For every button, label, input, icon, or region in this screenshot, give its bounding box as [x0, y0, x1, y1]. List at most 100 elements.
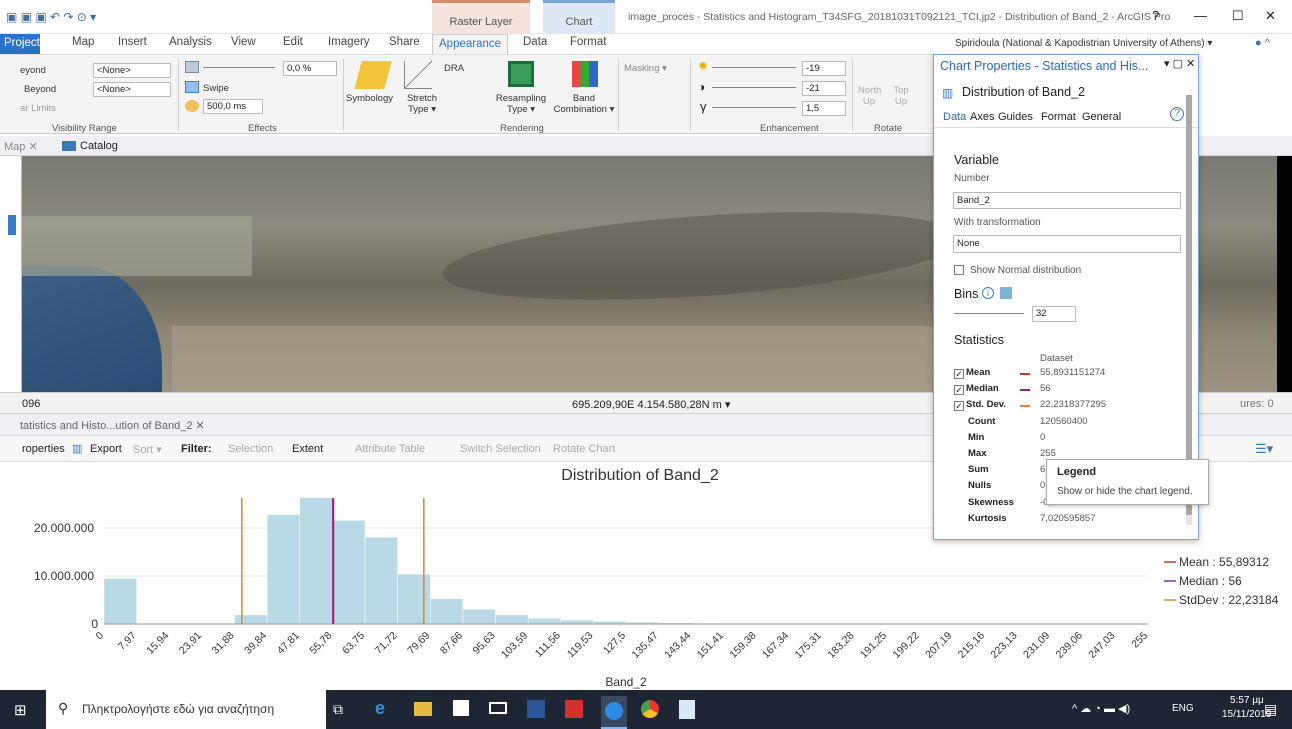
- tab-insert[interactable]: Insert: [118, 36, 147, 48]
- dra-button[interactable]: DRA: [444, 63, 464, 74]
- tab-general[interactable]: General: [1082, 111, 1121, 123]
- tab-guides[interactable]: Guides: [998, 111, 1033, 123]
- minimize-button[interactable]: —: [1194, 8, 1207, 23]
- stat-checkbox-median[interactable]: ✓: [954, 385, 964, 396]
- tab-data[interactable]: Data: [523, 36, 547, 48]
- tab-catalog[interactable]: Catalog: [80, 140, 118, 152]
- tab-data-props[interactable]: Data: [943, 111, 966, 123]
- contrast-slider[interactable]: [712, 87, 796, 88]
- sort-button[interactable]: Sort ▾: [133, 443, 162, 456]
- task-view-icon[interactable]: ⧉: [333, 701, 343, 718]
- map-coordinates[interactable]: 695.209,90E 4.154.580,28N m ▾: [572, 398, 730, 411]
- map-scale[interactable]: 096: [22, 398, 40, 410]
- taskbar-search-box[interactable]: ⚲ Πληκτρολογήστε εδώ για αναζήτηση: [46, 690, 326, 729]
- brightness-slider[interactable]: [712, 67, 796, 68]
- mail-icon[interactable]: [489, 702, 507, 714]
- tab-edit[interactable]: Edit: [283, 36, 303, 48]
- notification-icon[interactable]: ● ^: [1255, 37, 1270, 49]
- histogram-bar: [527, 617, 561, 625]
- filter-extent-button[interactable]: Extent: [292, 443, 323, 455]
- left-dock-scroll[interactable]: [8, 215, 16, 235]
- map-edge-nodata: [1277, 156, 1292, 392]
- close-button[interactable]: ✕: [1265, 8, 1276, 24]
- rotate-chart-button[interactable]: Rotate Chart: [553, 443, 615, 455]
- tab-project[interactable]: Project: [0, 34, 40, 54]
- band-combination-button[interactable]: Band Combination ▾: [551, 93, 617, 115]
- maximize-button[interactable]: ☐: [1232, 8, 1244, 24]
- gamma-slider[interactable]: [712, 107, 796, 108]
- histogram-bar: [364, 536, 398, 625]
- x-tick-label: 175,31: [793, 630, 824, 661]
- stat-line-swatch[interactable]: [1020, 373, 1030, 375]
- stat-value: 6: [1040, 464, 1046, 476]
- acrobat-icon[interactable]: [565, 700, 583, 718]
- panel-scroll-thumb[interactable]: [1186, 95, 1192, 515]
- tab-appearance[interactable]: Appearance: [432, 34, 509, 55]
- store-icon[interactable]: [453, 700, 469, 716]
- brightness-input[interactable]: -19: [802, 61, 846, 76]
- bins-slider[interactable]: [954, 313, 1024, 314]
- tab-map[interactable]: Map: [72, 36, 94, 48]
- resampling-type-button[interactable]: Resampling Type ▾: [493, 93, 549, 115]
- transparency-slider[interactable]: [203, 67, 275, 68]
- switch-selection-button[interactable]: Switch Selection: [460, 443, 541, 455]
- bins-input[interactable]: 32: [1032, 306, 1076, 322]
- transformation-dropdown[interactable]: None: [953, 235, 1181, 253]
- show-normal-checkbox[interactable]: [954, 265, 964, 275]
- x-tick-label: 63,75: [340, 630, 367, 657]
- tab-analysis[interactable]: Analysis: [169, 36, 212, 48]
- word-icon[interactable]: [527, 700, 545, 718]
- edge-icon[interactable]: e: [375, 698, 385, 719]
- x-tick-label: 15,94: [144, 630, 171, 657]
- filter-selection-button[interactable]: Selection: [228, 443, 273, 455]
- visibility-in-combo[interactable]: <None>: [93, 82, 171, 97]
- stat-checkbox-mean[interactable]: ✓: [954, 369, 964, 379]
- statistics-heading: Statistics: [954, 333, 1005, 347]
- panel-controls[interactable]: ▾ ▢ ✕: [1164, 57, 1195, 70]
- stat-line-swatch[interactable]: [1020, 405, 1030, 408]
- tab-format[interactable]: Format: [570, 36, 606, 48]
- clock-time[interactable]: 5:57 μμ: [1230, 695, 1264, 706]
- symbology-button[interactable]: Symbology: [346, 93, 393, 104]
- top-up-button[interactable]: Top Up: [890, 85, 912, 107]
- system-tray-icons[interactable]: ^ ☁ ◔ ▬ ◀): [1072, 702, 1130, 715]
- tab-view[interactable]: View: [231, 36, 256, 48]
- visibility-out-combo[interactable]: <None>: [93, 63, 171, 78]
- arcgis-icon[interactable]: [601, 696, 627, 729]
- transparency-input[interactable]: 0,0 %: [283, 61, 337, 76]
- export-button[interactable]: Export: [90, 443, 122, 455]
- explorer-icon[interactable]: [414, 702, 432, 716]
- tab-chart[interactable]: tatistics and Histo...ution of Band_2 ✕: [20, 419, 205, 432]
- user-account[interactable]: Spiridoula (National & Kapodistrian Univ…: [955, 38, 1212, 49]
- help-icon[interactable]: ?: [1170, 107, 1184, 121]
- chrome-icon[interactable]: [641, 700, 659, 718]
- input-language[interactable]: ENG: [1172, 703, 1194, 714]
- x-tick-label: 247,03: [1086, 630, 1117, 661]
- masking-button[interactable]: Masking ▾: [624, 63, 667, 74]
- start-icon[interactable]: ⊞: [14, 701, 27, 719]
- stat-line-swatch[interactable]: [1020, 389, 1030, 392]
- contrast-input[interactable]: -21: [802, 81, 846, 96]
- flicker-rate-input[interactable]: 500,0 ms: [203, 99, 263, 114]
- gamma-input[interactable]: 1,5: [802, 101, 846, 116]
- stretch-type-button[interactable]: Stretch Type ▾: [402, 93, 442, 115]
- stat-checkbox-stddev[interactable]: ✓: [954, 401, 964, 412]
- tab-axes[interactable]: Axes: [970, 111, 994, 123]
- help-button[interactable]: ?: [1152, 8, 1159, 23]
- file-icon[interactable]: [679, 700, 695, 719]
- chart-menu-icon[interactable]: ☰▾: [1255, 441, 1273, 457]
- number-field-dropdown[interactable]: Band_2: [953, 192, 1181, 209]
- notifications-icon[interactable]: ▤: [1264, 701, 1277, 718]
- tab-map-view[interactable]: Map ✕: [4, 140, 38, 153]
- quick-access-toolbar[interactable]: ▣ ▣ ▣ ↶ ↷ ⊙ ▾: [6, 10, 96, 24]
- tab-imagery[interactable]: Imagery: [328, 36, 370, 48]
- variable-heading: Variable: [954, 153, 999, 167]
- attribute-table-button[interactable]: Attribute Table: [355, 443, 425, 455]
- north-up-button[interactable]: North Up: [858, 85, 881, 107]
- properties-button[interactable]: roperties: [22, 443, 65, 455]
- info-icon[interactable]: i: [982, 287, 994, 299]
- tab-share[interactable]: Share: [389, 36, 420, 48]
- swipe-button[interactable]: Swipe: [203, 83, 229, 94]
- bins-color-swatch[interactable]: [1000, 287, 1012, 299]
- tab-format-props[interactable]: Format: [1041, 111, 1076, 123]
